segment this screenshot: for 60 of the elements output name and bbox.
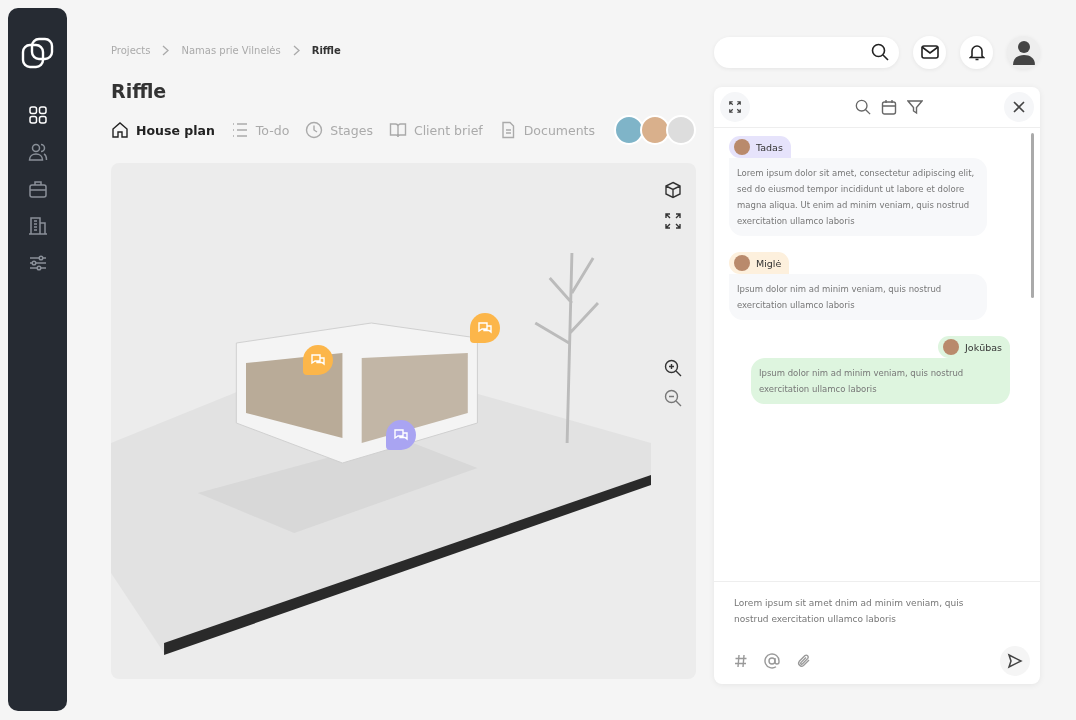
send-icon <box>1007 653 1023 669</box>
close-icon <box>1013 101 1025 113</box>
author-name: Miglė <box>756 257 782 269</box>
tab[interactable]: Documents <box>498 121 595 139</box>
tab[interactable]: House plan <box>111 121 215 139</box>
sliders-icon <box>27 253 48 273</box>
breadcrumb-link[interactable]: Namas prie Vilnelės <box>181 45 281 56</box>
author-name: Tadas <box>756 141 783 153</box>
logo-icon <box>20 36 55 70</box>
avatar <box>734 139 750 155</box>
notifications-button[interactable] <box>960 35 994 69</box>
building-icon <box>27 216 48 236</box>
list-icon <box>230 121 249 139</box>
tab[interactable]: Stages <box>305 121 373 139</box>
cube-icon[interactable] <box>664 181 682 199</box>
zoom-in-icon[interactable] <box>664 359 682 377</box>
search-icon <box>871 43 890 61</box>
search-icon[interactable] <box>855 99 871 115</box>
envelope-icon <box>920 45 939 59</box>
author-name: Jokūbas <box>965 341 1002 353</box>
paperclip-icon[interactable] <box>796 653 812 669</box>
book-icon <box>388 121 407 139</box>
expand-button[interactable] <box>720 92 750 122</box>
avatar <box>943 339 960 355</box>
chat-bubbles-icon <box>477 320 493 336</box>
clock-icon <box>305 121 324 139</box>
mail-button[interactable] <box>913 35 947 69</box>
scrollbar[interactable] <box>1031 133 1034 298</box>
close-button[interactable] <box>1004 92 1034 122</box>
message-bubble: Ipsum dolor nim ad minim veniam, quis nostrud exercitation ullamco laboris <box>751 358 1010 404</box>
briefcase-icon <box>27 179 48 199</box>
chevron-icon <box>292 45 300 56</box>
user-avatar[interactable] <box>1007 35 1040 69</box>
avatar <box>640 115 670 145</box>
send-button[interactable] <box>1000 646 1030 676</box>
bell-icon <box>968 43 985 61</box>
page-title: Riffle <box>111 80 168 102</box>
search-field[interactable] <box>714 36 900 68</box>
avatar <box>614 115 644 145</box>
chevron-icon <box>162 45 170 56</box>
avatar <box>734 255 750 271</box>
at-sign-icon[interactable] <box>764 653 780 669</box>
tab[interactable]: Client brief <box>388 121 483 139</box>
zoom-out-icon[interactable] <box>664 389 682 407</box>
chat-bubbles-icon <box>393 427 409 443</box>
chat-bubbles-icon <box>310 352 326 368</box>
hashtag-icon[interactable] <box>734 654 748 668</box>
breadcrumb-link[interactable]: Riffle <box>311 45 341 56</box>
expand-icon <box>729 101 741 113</box>
message-bubble: Lorem ipsum dolor sit amet, consectetur adipiscing elit, sed do eiusmod tempor incididunt ut labore et dolore magna aliqua. Ut enim ad minim veniam, quis nostrud exercitation ullamco laboris <box>729 158 987 236</box>
calendar-icon[interactable] <box>881 99 897 115</box>
home-icon <box>111 121 129 139</box>
people-icon <box>27 142 48 162</box>
filter-icon[interactable] <box>907 99 923 115</box>
avatar <box>666 115 696 145</box>
tab[interactable]: To-do <box>230 121 290 139</box>
grid-icon <box>27 105 48 125</box>
fullscreen-icon[interactable] <box>665 213 681 229</box>
breadcrumb-link[interactable]: Projects <box>111 45 151 56</box>
message-bubble: Ipsum dolor nim ad minim veniam, quis nostrud exercitation ullamco laboris <box>729 274 987 320</box>
